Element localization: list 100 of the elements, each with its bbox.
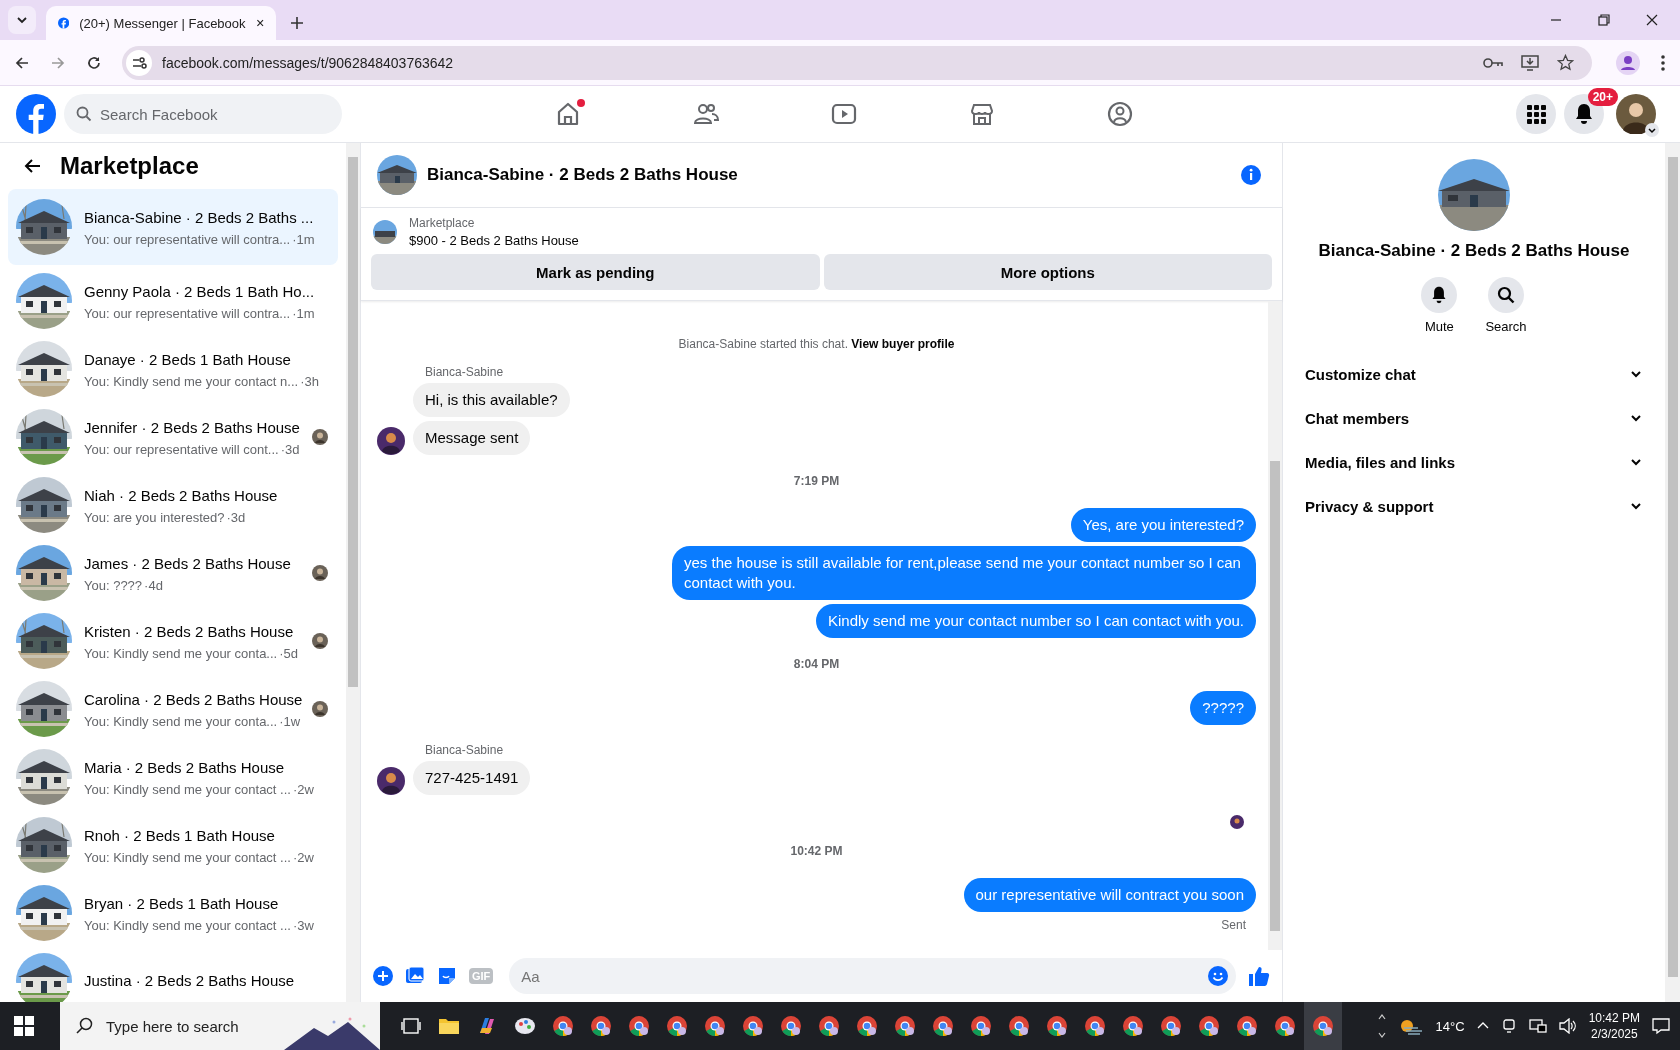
profile-link[interactable]: View buyer profile — [851, 337, 955, 351]
avatar[interactable] — [1616, 94, 1656, 134]
message-preview: You: our representative will cont... — [84, 441, 279, 457]
browser-icon — [1274, 1015, 1296, 1037]
bookmark-star-icon[interactable] — [1557, 54, 1574, 71]
conversation-item[interactable]: Bianca-Sabine · 2 Beds 2 Baths ... You: our representative will contra...·1m — [8, 189, 338, 265]
sidebar-title: Marketplace — [60, 152, 199, 180]
search-icon — [76, 106, 92, 122]
message-preview: You: Kindly send me your contact ... — [84, 849, 291, 865]
menu-button[interactable] — [1516, 94, 1556, 134]
search-field[interactable]: Search Facebook — [64, 94, 342, 134]
sender-name: Bianca-Sabine — [425, 365, 504, 379]
groups-icon[interactable] — [1106, 100, 1134, 128]
browser-icon — [1198, 1015, 1220, 1037]
caret-icon[interactable] — [1645, 123, 1659, 137]
plus-icon[interactable] — [373, 966, 393, 986]
details-section[interactable]: Customize chat — [1299, 352, 1649, 396]
browser-icon — [818, 1015, 840, 1037]
conversation-item[interactable]: James · 2 Beds 2 Baths House You: ????·4d — [8, 539, 338, 607]
timestamp: ·4d — [144, 577, 163, 593]
reload-icon[interactable] — [86, 54, 102, 71]
browser-icon — [1084, 1015, 1106, 1037]
conversation-item[interactable]: Kristen · 2 Beds 2 Baths House You: Kindly send me your conta...·5d — [8, 607, 338, 675]
outgoing-message: our representative will contract you soon — [963, 878, 1256, 912]
notification-center-icon[interactable] — [1652, 1017, 1670, 1035]
conversation-item[interactable]: Danaye · 2 Beds 1 Bath House You: Kindly send me your contact n...·3h — [8, 335, 338, 403]
close-icon[interactable] — [1646, 14, 1658, 26]
conversation-item[interactable]: Maria · 2 Beds 2 Baths House You: Kindly send me your contact ...·2w — [8, 743, 338, 811]
image-icon[interactable] — [405, 966, 425, 986]
thumbs-up-icon[interactable] — [1248, 965, 1270, 987]
conversation-item[interactable]: Bryan · 2 Beds 1 Bath House You: Kindly send me your contact ...·3w — [8, 879, 338, 947]
temperature[interactable]: 14°C — [1435, 1018, 1465, 1034]
menu-icon[interactable] — [1660, 53, 1666, 72]
conversation-name: Kristen · 2 Beds 2 Baths House — [84, 621, 294, 642]
sticker-icon[interactable] — [437, 966, 457, 986]
forward-icon[interactable] — [50, 54, 66, 71]
restore-icon[interactable] — [1598, 14, 1610, 26]
profile-icon[interactable] — [1616, 50, 1640, 75]
message-preview: You: our representative will contra... — [84, 231, 291, 247]
conversation-name: Justina · 2 Beds 2 Baths House — [84, 971, 295, 991]
conversation-name: Bryan · 2 Beds 1 Bath House — [84, 893, 279, 914]
delivery-status: Sent — [1221, 918, 1246, 932]
browser-icon — [1008, 1015, 1030, 1037]
scrollbar[interactable] — [346, 143, 360, 1002]
close-icon[interactable] — [255, 17, 264, 29]
conversation-item[interactable]: Rnoh · 2 Beds 1 Bath House You: Kindly send me your contact ...·2w — [8, 811, 338, 879]
conversation-name: Carolina · 2 Beds 2 Baths House — [84, 689, 303, 710]
site-settings-icon[interactable] — [126, 49, 152, 76]
details-section[interactable]: Privacy & support — [1299, 484, 1649, 528]
windows-start-icon[interactable] — [14, 1016, 34, 1036]
listing-button[interactable]: Mark as pending — [371, 254, 820, 290]
address-bar[interactable]: facebook.com/messages/t/9062848403763642 — [122, 45, 1592, 80]
browser-icon — [932, 1015, 954, 1037]
network-icon[interactable] — [1528, 1018, 1547, 1034]
outgoing-message: yes the house is still available for rent,please send me your contact number so I can contact with you. — [672, 546, 1256, 600]
browser-icon — [1122, 1015, 1144, 1037]
browser-tab[interactable]: (20+) Messenger | Facebook — [46, 6, 276, 40]
search-icon — [76, 1017, 94, 1035]
timestamp: ·3d — [226, 509, 246, 525]
taskbar-app[interactable] — [1304, 1002, 1342, 1050]
facebook-logo-icon[interactable] — [16, 94, 56, 134]
chevron-down-icon — [16, 14, 28, 26]
emoji-icon[interactable] — [1208, 966, 1228, 986]
browser-icon — [704, 1015, 726, 1037]
details-section[interactable]: Media, files and links — [1299, 440, 1649, 484]
key-icon[interactable] — [1483, 55, 1503, 70]
message-field[interactable]: Aa — [509, 958, 1236, 994]
conversation-name: Jennifer · 2 Beds 2 Baths House — [84, 417, 300, 438]
conversation-item[interactable]: Niah · 2 Beds 2 Baths House You: are you interested?·3d — [8, 471, 338, 539]
speaker-icon[interactable] — [1558, 1018, 1577, 1034]
tab-list-button[interactable] — [8, 6, 36, 34]
conversation-name: Rnoh · 2 Beds 1 Bath House — [84, 825, 275, 846]
scrollbar[interactable] — [1665, 143, 1680, 1002]
back-icon[interactable] — [14, 54, 30, 71]
conversation-item[interactable]: Genny Paola · 2 Beds 1 Bath Ho... You: our representative will contra...·1m — [8, 267, 338, 335]
timestamp: ·5d — [279, 645, 298, 661]
conversation-item[interactable]: Carolina · 2 Beds 2 Baths House You: Kindly send me your conta...·1w — [8, 675, 338, 743]
browser-icon — [780, 1015, 802, 1037]
browser-icon — [628, 1015, 650, 1037]
clock[interactable]: 10:42 PM 2/3/2025 — [1588, 1011, 1640, 1041]
taskbar-search-field[interactable]: Type here to search — [60, 1002, 380, 1050]
timestamp: ·1m — [292, 231, 315, 247]
search-button[interactable] — [1488, 277, 1524, 313]
conversation-name: Maria · 2 Beds 2 Baths House — [84, 757, 285, 778]
conversation-item[interactable]: Jennifer · 2 Beds 2 Baths House You: our representative will cont...·3d — [8, 403, 338, 471]
sender-name: Bianca-Sabine — [425, 743, 504, 757]
install-app-icon[interactable] — [1521, 54, 1539, 71]
listing-button[interactable]: More options — [823, 254, 1272, 290]
mute-button[interactable] — [1421, 277, 1458, 313]
back-icon[interactable] — [24, 157, 42, 175]
scrollbar[interactable] — [1268, 301, 1282, 950]
details-section[interactable]: Chat members — [1299, 396, 1649, 440]
timestamp: ·3d — [280, 441, 300, 457]
new-tab-icon[interactable] — [290, 16, 304, 30]
task-view-icon — [401, 1016, 421, 1036]
chat-title: Bianca-Sabine · 2 Beds 2 Baths House — [427, 165, 738, 185]
outgoing-message: ????? — [1190, 691, 1256, 725]
conversation-name: Niah · 2 Beds 2 Baths House — [84, 485, 278, 506]
device-icon[interactable] — [1500, 1018, 1517, 1034]
info-icon[interactable] — [1240, 164, 1262, 186]
